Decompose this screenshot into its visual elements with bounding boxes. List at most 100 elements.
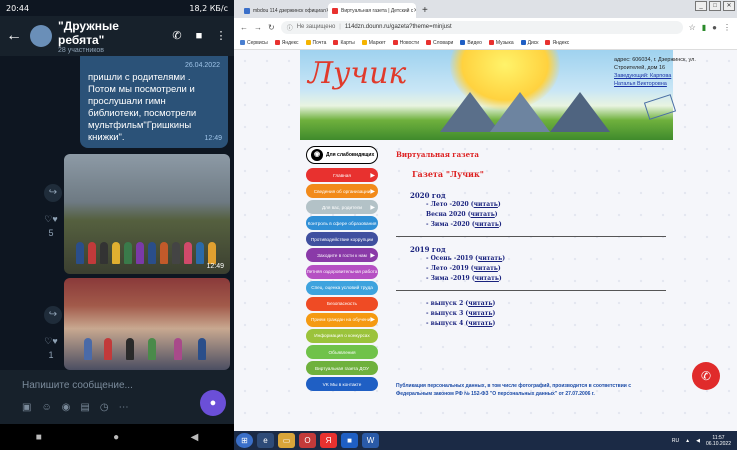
message-bubble[interactable]: 26.04.2022 пришли с родителями . Потом м… [80,56,228,148]
opera-icon[interactable]: O [299,433,316,448]
read-link[interactable]: читать [475,275,499,282]
info-icon[interactable]: ⓘ [287,23,293,32]
accessibility-button[interactable]: ◉ Для слабовидящих [306,146,378,164]
phone-icon[interactable]: ✆ [170,29,184,43]
read-link[interactable]: читать [474,265,498,272]
read-link[interactable]: читать [468,310,492,317]
explorer-icon[interactable]: ▭ [278,433,295,448]
clock[interactable]: 11:57 06.10.2022 [706,435,731,447]
address-text: адрес: 606034, г. Дзержинск, ул. Строите… [614,57,696,71]
bookmark-item[interactable]: Новости [392,40,419,46]
message-photo-2[interactable] [64,278,230,370]
bookmark-item[interactable]: Маркет [361,40,386,46]
bookmark-item[interactable]: Яндекс [545,40,569,46]
word-icon[interactable]: W [362,433,379,448]
menu-item-parents[interactable]: Для вас, родители ▶ [306,200,378,215]
web-page[interactable]: Лучик адрес: 606034, г. Дзержинск, ул. С… [234,50,737,431]
menu-item-contests[interactable]: Информация о конкурсах [306,328,378,343]
bookmark-item[interactable]: Сервисы [240,40,268,46]
menu-item-vk[interactable]: VK Мы в контакте [306,377,378,392]
volume-icon[interactable]: ◀ [696,438,700,444]
ie-icon[interactable]: e [257,433,274,448]
back-button[interactable]: ← [240,23,248,32]
read-link[interactable]: читать [468,300,492,307]
bookmark-item[interactable]: Видео [460,40,482,46]
share-icon[interactable]: ↪ [44,306,62,324]
menu-item-labor[interactable]: Спец. оценка условий труда [306,280,378,295]
new-tab-button[interactable]: + [416,3,434,18]
bookmark-item[interactable]: Почта [305,40,326,46]
menu-item-control[interactable]: Контроль в сфере образования [306,216,378,231]
menu-item-announcements[interactable]: Объявления [306,345,378,360]
message-composer: Напишите сообщение... ▣ ☺ ◉ ▤ ◷ ⋯ ● [0,370,234,424]
bookmark-star-icon[interactable]: ☆ [689,23,696,32]
reload-button[interactable]: ↻ [268,23,275,32]
bookmark-item[interactable]: Музыка [488,40,514,46]
issue-item: - Лето -2019 (читать) [426,265,501,272]
extension-icon[interactable]: ▮ [702,23,706,32]
bookmark-item[interactable]: Словари [425,40,453,46]
issue-item: Весна 2020 (читать) [426,211,498,218]
arrow-right-icon: ▶ [370,252,375,259]
media-icon[interactable]: ■ [341,433,358,448]
windows-icon[interactable]: ⊞ [236,433,253,448]
menu-item-anticorruption[interactable]: Противодействие коррупции [306,232,378,247]
yandex-icon[interactable]: Я [320,433,337,448]
read-link[interactable]: читать [471,211,495,218]
menu-item-org-info[interactable]: Сведения об организации ▶ [306,184,378,199]
message-photo-1[interactable]: 12:49 [64,154,230,274]
minimize-button[interactable]: _ [695,1,707,11]
language-indicator[interactable]: RU [672,438,679,444]
back-nav-icon[interactable]: ◀ [191,432,199,443]
menu-item-gazeta[interactable]: Виртуальная газета ДОУ [306,361,378,376]
chat-title-block[interactable]: "Дружные ребята" 28 участников [58,19,162,54]
menu-icon[interactable]: ⋮ [723,23,731,32]
close-window-button[interactable]: ✕ [723,1,735,11]
tab-gazeta[interactable]: Виртуальная газета | Детский с ✕ [328,3,416,18]
gif-icon[interactable]: ▤ [80,402,89,413]
head-link[interactable]: Заведующий: Карпова [614,73,671,79]
menu-item-home[interactable]: Главная ▶ [306,168,378,182]
more-icon[interactable]: ⋮ [214,29,228,43]
mic-icon[interactable]: ● [200,390,226,416]
bookmark-item[interactable]: Диск [520,40,538,46]
menu-item-summer[interactable]: Летняя оздоровительная работа [306,264,378,279]
bookmark-item[interactable]: Карты [333,40,355,46]
home-icon[interactable]: ● [113,432,119,443]
address-bar[interactable]: ⓘ Не защищено | 114dzn.dounn.ru/gazeta?t… [280,20,683,34]
tab-mbdou[interactable]: mbdou 114 дзержинск официал ✕ [240,3,328,18]
more-icon[interactable]: ⋯ [119,402,129,413]
read-link[interactable]: читать [474,201,498,208]
sticker-icon[interactable]: ▣ [22,402,31,413]
menu-item-visit[interactable]: Заходите в гости к нам ▶ [306,248,378,263]
read-link[interactable]: читать [468,320,492,327]
timer-icon[interactable]: ◷ [100,402,109,413]
menu-item-admission[interactable]: Прием граждан на обучение ▶ [306,312,378,327]
site-logo[interactable]: Лучик [308,56,406,91]
share-icon[interactable]: ↪ [44,184,62,202]
read-link[interactable]: читать [478,255,502,262]
recent-apps-icon[interactable]: ■ [36,432,42,443]
heart-icon[interactable]: ♡♥ [40,214,62,225]
back-icon[interactable]: ← [6,27,24,45]
mountain-illustration [550,92,610,132]
message-input[interactable]: Напишите сообщение... [22,380,133,391]
menu-items: Главная ▶ Сведения об организации ▶ Для ва… [306,168,378,392]
emoji-icon[interactable]: ☺ [41,402,51,413]
issue-item: - Зима -2019 (читать) [426,275,502,282]
head-name-link[interactable]: Наталья Викторовна [614,81,667,87]
network-icon[interactable]: ▲ [685,438,690,444]
maximize-button[interactable]: □ [709,1,721,11]
profile-icon[interactable]: ● [712,23,717,32]
menu-item-safety[interactable]: Безопасность [306,296,378,311]
avatar[interactable] [30,25,52,47]
bookmark-item[interactable]: Яндекс [274,40,299,46]
video-icon[interactable]: ■ [192,29,206,43]
chat-messages[interactable]: 26.04.2022 пришли с родителями . Потом м… [0,56,234,370]
read-link[interactable]: читать [475,221,499,228]
camera-icon[interactable]: ◉ [62,402,71,413]
forward-button[interactable]: → [254,23,262,32]
callback-phone-icon[interactable]: ✆ [692,362,720,390]
heart-icon[interactable]: ♡♥ [40,336,62,347]
chat-header: ← "Дружные ребята" 28 участников ✆ ■ ⋮ [0,16,234,56]
